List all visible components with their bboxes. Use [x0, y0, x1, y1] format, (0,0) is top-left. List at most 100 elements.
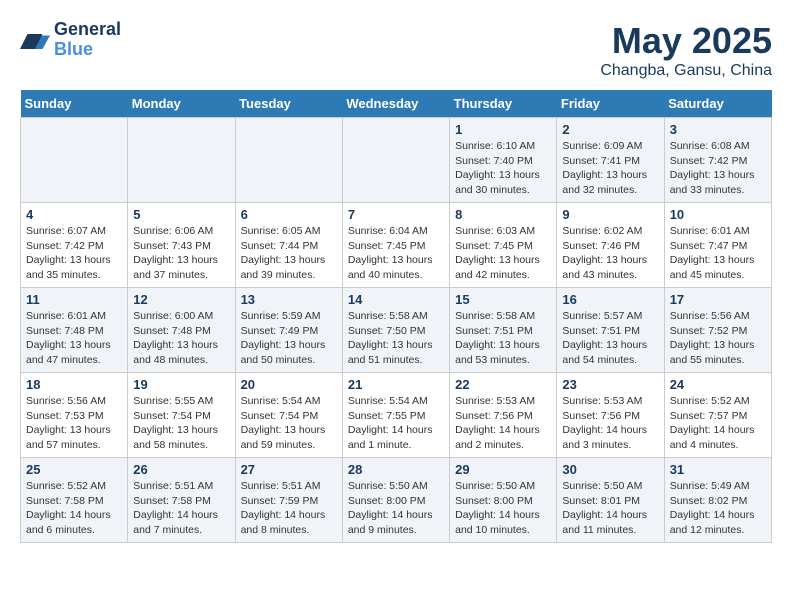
calendar-cell: 25 Sunrise: 5:52 AM Sunset: 7:58 PM Dayli… — [21, 458, 128, 543]
weekday-header-wednesday: Wednesday — [342, 90, 449, 118]
day-number: 4 — [26, 207, 122, 222]
day-info: Sunrise: 5:53 AM Sunset: 7:56 PM Dayligh… — [455, 394, 551, 453]
day-number: 11 — [26, 292, 122, 307]
title-block: May 2025 Changba, Gansu, China — [600, 20, 772, 80]
day-info: Sunrise: 6:09 AM Sunset: 7:41 PM Dayligh… — [562, 139, 658, 198]
day-info: Sunrise: 5:56 AM Sunset: 7:52 PM Dayligh… — [670, 309, 766, 368]
calendar-cell: 13 Sunrise: 5:59 AM Sunset: 7:49 PM Dayli… — [235, 288, 342, 373]
calendar-cell: 26 Sunrise: 5:51 AM Sunset: 7:58 PM Dayli… — [128, 458, 235, 543]
calendar-cell: 2 Sunrise: 6:09 AM Sunset: 7:41 PM Daylig… — [557, 118, 664, 203]
day-info: Sunrise: 5:54 AM Sunset: 7:54 PM Dayligh… — [241, 394, 337, 453]
calendar-cell: 11 Sunrise: 6:01 AM Sunset: 7:48 PM Dayli… — [21, 288, 128, 373]
day-number: 9 — [562, 207, 658, 222]
calendar-cell: 12Sunrise: 6:00 AM Sunset: 7:48 PM Dayli… — [128, 288, 235, 373]
day-info: Sunrise: 6:01 AM Sunset: 7:47 PM Dayligh… — [670, 224, 766, 283]
day-info: Sunrise: 6:07 AM Sunset: 7:42 PM Dayligh… — [26, 224, 122, 283]
weekday-header-monday: Monday — [128, 90, 235, 118]
calendar-cell: 19 Sunrise: 5:55 AM Sunset: 7:54 PM Dayli… — [128, 373, 235, 458]
day-number: 31 — [670, 462, 766, 477]
day-number: 13 — [241, 292, 337, 307]
day-number: 8 — [455, 207, 551, 222]
calendar-cell: 28 Sunrise: 5:50 AM Sunset: 8:00 PM Dayli… — [342, 458, 449, 543]
day-info: Sunrise: 6:08 AM Sunset: 7:42 PM Dayligh… — [670, 139, 766, 198]
week-row-4: 18 Sunrise: 5:56 AM Sunset: 7:53 PM Dayli… — [21, 373, 772, 458]
day-number: 20 — [241, 377, 337, 392]
day-number: 25 — [26, 462, 122, 477]
day-number: 23 — [562, 377, 658, 392]
week-row-5: 25 Sunrise: 5:52 AM Sunset: 7:58 PM Dayli… — [21, 458, 772, 543]
day-info: Sunrise: 5:50 AM Sunset: 8:01 PM Dayligh… — [562, 479, 658, 538]
day-number: 1 — [455, 122, 551, 137]
calendar-cell: 21Sunrise: 5:54 AM Sunset: 7:55 PM Dayli… — [342, 373, 449, 458]
calendar-cell: 14Sunrise: 5:58 AM Sunset: 7:50 PM Dayli… — [342, 288, 449, 373]
day-info: Sunrise: 5:55 AM Sunset: 7:54 PM Dayligh… — [133, 394, 229, 453]
day-number: 15 — [455, 292, 551, 307]
day-info: Sunrise: 5:52 AM Sunset: 7:58 PM Dayligh… — [26, 479, 122, 538]
day-info: Sunrise: 6:05 AM Sunset: 7:44 PM Dayligh… — [241, 224, 337, 283]
day-info: Sunrise: 5:51 AM Sunset: 7:58 PM Dayligh… — [133, 479, 229, 538]
calendar-cell: 1 Sunrise: 6:10 AM Sunset: 7:40 PM Daylig… — [450, 118, 557, 203]
calendar-cell: 4 Sunrise: 6:07 AM Sunset: 7:42 PM Daylig… — [21, 203, 128, 288]
weekday-header-tuesday: Tuesday — [235, 90, 342, 118]
day-info: Sunrise: 5:51 AM Sunset: 7:59 PM Dayligh… — [241, 479, 337, 538]
day-info: Sunrise: 5:50 AM Sunset: 8:00 PM Dayligh… — [455, 479, 551, 538]
day-number: 30 — [562, 462, 658, 477]
calendar-cell: 17 Sunrise: 5:56 AM Sunset: 7:52 PM Dayli… — [664, 288, 771, 373]
calendar-cell: 18 Sunrise: 5:56 AM Sunset: 7:53 PM Dayli… — [21, 373, 128, 458]
calendar-cell: 10 Sunrise: 6:01 AM Sunset: 7:47 PM Dayli… — [664, 203, 771, 288]
location: Changba, Gansu, China — [600, 62, 772, 80]
calendar-cell: 15Sunrise: 5:58 AM Sunset: 7:51 PM Dayli… — [450, 288, 557, 373]
logo: General Blue — [20, 20, 121, 60]
day-info: Sunrise: 5:49 AM Sunset: 8:02 PM Dayligh… — [670, 479, 766, 538]
calendar-cell: 7Sunrise: 6:04 AM Sunset: 7:45 PM Daylig… — [342, 203, 449, 288]
day-info: Sunrise: 6:00 AM Sunset: 7:48 PM Dayligh… — [133, 309, 229, 368]
day-number: 28 — [348, 462, 444, 477]
calendar-cell: 22 Sunrise: 5:53 AM Sunset: 7:56 PM Dayli… — [450, 373, 557, 458]
day-info: Sunrise: 6:10 AM Sunset: 7:40 PM Dayligh… — [455, 139, 551, 198]
day-number: 7 — [348, 207, 444, 222]
day-number: 2 — [562, 122, 658, 137]
calendar-cell — [128, 118, 235, 203]
day-info: Sunrise: 5:50 AM Sunset: 8:00 PM Dayligh… — [348, 479, 444, 538]
day-number: 29 — [455, 462, 551, 477]
weekday-header-row: SundayMondayTuesdayWednesdayThursdayFrid… — [21, 90, 772, 118]
calendar-cell: 23Sunrise: 5:53 AM Sunset: 7:56 PM Dayli… — [557, 373, 664, 458]
calendar-cell: 29 Sunrise: 5:50 AM Sunset: 8:00 PM Dayli… — [450, 458, 557, 543]
day-number: 5 — [133, 207, 229, 222]
day-info: Sunrise: 6:02 AM Sunset: 7:46 PM Dayligh… — [562, 224, 658, 283]
day-number: 17 — [670, 292, 766, 307]
calendar-cell: 5Sunrise: 6:06 AM Sunset: 7:43 PM Daylig… — [128, 203, 235, 288]
day-number: 14 — [348, 292, 444, 307]
calendar-cell: 9 Sunrise: 6:02 AM Sunset: 7:46 PM Daylig… — [557, 203, 664, 288]
day-number: 18 — [26, 377, 122, 392]
calendar-cell: 24Sunrise: 5:52 AM Sunset: 7:57 PM Dayli… — [664, 373, 771, 458]
day-info: Sunrise: 5:54 AM Sunset: 7:55 PM Dayligh… — [348, 394, 444, 453]
day-number: 22 — [455, 377, 551, 392]
calendar-cell: 30 Sunrise: 5:50 AM Sunset: 8:01 PM Dayli… — [557, 458, 664, 543]
day-number: 19 — [133, 377, 229, 392]
calendar-cell: 6 Sunrise: 6:05 AM Sunset: 7:44 PM Daylig… — [235, 203, 342, 288]
calendar-cell: 16 Sunrise: 5:57 AM Sunset: 7:51 PM Dayli… — [557, 288, 664, 373]
calendar-cell — [21, 118, 128, 203]
day-number: 26 — [133, 462, 229, 477]
day-info: Sunrise: 5:56 AM Sunset: 7:53 PM Dayligh… — [26, 394, 122, 453]
weekday-header-sunday: Sunday — [21, 90, 128, 118]
day-number: 27 — [241, 462, 337, 477]
calendar-cell: 27 Sunrise: 5:51 AM Sunset: 7:59 PM Dayli… — [235, 458, 342, 543]
weekday-header-friday: Friday — [557, 90, 664, 118]
day-number: 10 — [670, 207, 766, 222]
week-row-2: 4 Sunrise: 6:07 AM Sunset: 7:42 PM Daylig… — [21, 203, 772, 288]
calendar-table: SundayMondayTuesdayWednesdayThursdayFrid… — [20, 90, 772, 543]
day-number: 6 — [241, 207, 337, 222]
calendar-cell: 20 Sunrise: 5:54 AM Sunset: 7:54 PM Dayli… — [235, 373, 342, 458]
day-info: Sunrise: 6:01 AM Sunset: 7:48 PM Dayligh… — [26, 309, 122, 368]
day-info: Sunrise: 5:57 AM Sunset: 7:51 PM Dayligh… — [562, 309, 658, 368]
weekday-header-thursday: Thursday — [450, 90, 557, 118]
logo-text: General Blue — [54, 20, 121, 60]
page-header: General Blue May 2025 Changba, Gansu, Ch… — [20, 20, 772, 80]
day-number: 24 — [670, 377, 766, 392]
calendar-cell — [342, 118, 449, 203]
week-row-1: 1 Sunrise: 6:10 AM Sunset: 7:40 PM Daylig… — [21, 118, 772, 203]
day-info: Sunrise: 5:59 AM Sunset: 7:49 PM Dayligh… — [241, 309, 337, 368]
day-number: 16 — [562, 292, 658, 307]
